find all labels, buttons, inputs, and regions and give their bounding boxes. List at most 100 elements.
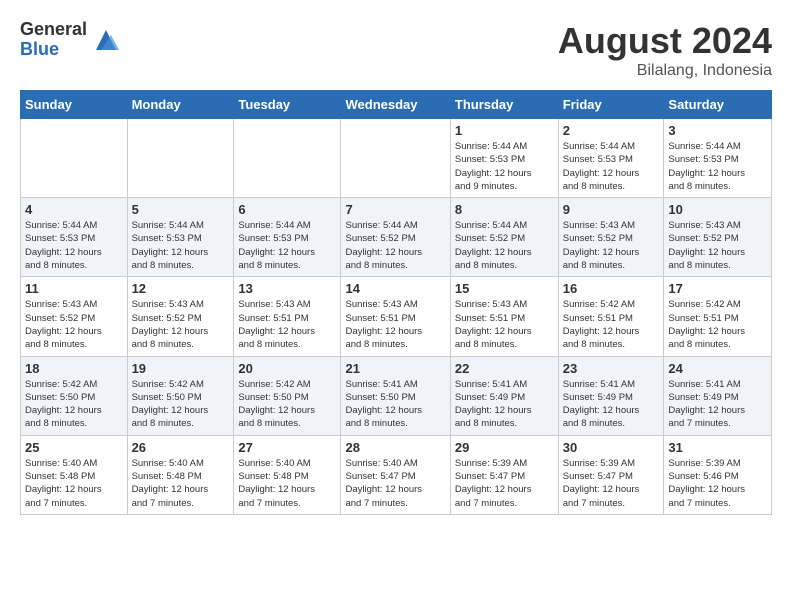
day-number: 2	[563, 123, 660, 138]
day-cell: 25 Sunrise: 5:40 AM Sunset: 5:48 PM Dayli…	[21, 435, 128, 514]
day-cell: 23Sunrise: 5:41 AM Sunset: 5:49 PM Dayli…	[558, 356, 664, 435]
day-info: Sunrise: 5:43 AM Sunset: 5:51 PM Dayligh…	[238, 298, 336, 351]
day-cell: 16Sunrise: 5:42 AM Sunset: 5:51 PM Dayli…	[558, 277, 664, 356]
day-info: Sunrise: 5:41 AM Sunset: 5:49 PM Dayligh…	[668, 378, 767, 431]
day-info: Sunrise: 5:43 AM Sunset: 5:51 PM Dayligh…	[455, 298, 554, 351]
day-cell: 13 Sunrise: 5:43 AM Sunset: 5:51 PM Dayli…	[234, 277, 341, 356]
logo-blue: Blue	[20, 40, 87, 60]
day-number: 7	[345, 202, 445, 217]
day-info: Sunrise: 5:40 AM Sunset: 5:48 PM Dayligh…	[132, 457, 230, 510]
calendar: SundayMondayTuesdayWednesdayThursdayFrid…	[20, 90, 772, 515]
week-row-1: 1 Sunrise: 5:44 AM Sunset: 5:53 PM Daylig…	[21, 119, 772, 198]
day-info: Sunrise: 5:44 AM Sunset: 5:53 PM Dayligh…	[563, 140, 660, 193]
day-number: 26	[132, 440, 230, 455]
day-cell	[127, 119, 234, 198]
weekday-header-tuesday: Tuesday	[234, 91, 341, 119]
day-info: Sunrise: 5:44 AM Sunset: 5:53 PM Dayligh…	[668, 140, 767, 193]
month-title: August 2024	[558, 20, 772, 62]
day-cell: 22 Sunrise: 5:41 AM Sunset: 5:49 PM Dayli…	[450, 356, 558, 435]
page-header: General Blue August 2024 Bilalang, Indon…	[20, 20, 772, 80]
day-cell: 14 Sunrise: 5:43 AM Sunset: 5:51 PM Dayli…	[341, 277, 450, 356]
day-number: 9	[563, 202, 660, 217]
weekday-header-monday: Monday	[127, 91, 234, 119]
day-info: Sunrise: 5:42 AM Sunset: 5:50 PM Dayligh…	[25, 378, 123, 431]
day-number: 12	[132, 281, 230, 296]
day-info: Sunrise: 5:42 AM Sunset: 5:51 PM Dayligh…	[668, 298, 767, 351]
day-cell: 12 Sunrise: 5:43 AM Sunset: 5:52 PM Dayli…	[127, 277, 234, 356]
day-number: 3	[668, 123, 767, 138]
day-number: 14	[345, 281, 445, 296]
day-cell: 2 Sunrise: 5:44 AM Sunset: 5:53 PM Daylig…	[558, 119, 664, 198]
week-row-2: 4 Sunrise: 5:44 AM Sunset: 5:53 PM Daylig…	[21, 198, 772, 277]
location: Bilalang, Indonesia	[558, 62, 772, 80]
day-number: 30	[563, 440, 660, 455]
day-number: 8	[455, 202, 554, 217]
day-info: Sunrise: 5:43 AM Sunset: 5:52 PM Dayligh…	[563, 219, 660, 272]
day-number: 4	[25, 202, 123, 217]
day-number: 28	[345, 440, 445, 455]
logo-general: General	[20, 20, 87, 40]
day-info: Sunrise: 5:44 AM Sunset: 5:52 PM Dayligh…	[455, 219, 554, 272]
day-info: Sunrise: 5:41 AM Sunset: 5:49 PM Dayligh…	[455, 378, 554, 431]
day-cell: 1 Sunrise: 5:44 AM Sunset: 5:53 PM Daylig…	[450, 119, 558, 198]
day-number: 29	[455, 440, 554, 455]
day-info: Sunrise: 5:43 AM Sunset: 5:52 PM Dayligh…	[668, 219, 767, 272]
logo: General Blue	[20, 20, 121, 60]
weekday-header-sunday: Sunday	[21, 91, 128, 119]
day-info: Sunrise: 5:44 AM Sunset: 5:53 PM Dayligh…	[238, 219, 336, 272]
day-number: 6	[238, 202, 336, 217]
day-number: 11	[25, 281, 123, 296]
day-cell: 8 Sunrise: 5:44 AM Sunset: 5:52 PM Daylig…	[450, 198, 558, 277]
day-number: 19	[132, 361, 230, 376]
day-info: Sunrise: 5:41 AM Sunset: 5:49 PM Dayligh…	[563, 378, 660, 431]
day-cell: 26 Sunrise: 5:40 AM Sunset: 5:48 PM Dayli…	[127, 435, 234, 514]
weekday-header-row: SundayMondayTuesdayWednesdayThursdayFrid…	[21, 91, 772, 119]
day-info: Sunrise: 5:40 AM Sunset: 5:48 PM Dayligh…	[25, 457, 123, 510]
day-cell	[341, 119, 450, 198]
day-number: 24	[668, 361, 767, 376]
day-number: 13	[238, 281, 336, 296]
day-cell: 5Sunrise: 5:44 AM Sunset: 5:53 PM Daylig…	[127, 198, 234, 277]
day-cell: 31 Sunrise: 5:39 AM Sunset: 5:46 PM Dayli…	[664, 435, 772, 514]
day-number: 22	[455, 361, 554, 376]
day-cell: 28Sunrise: 5:40 AM Sunset: 5:47 PM Dayli…	[341, 435, 450, 514]
day-cell: 6 Sunrise: 5:44 AM Sunset: 5:53 PM Daylig…	[234, 198, 341, 277]
day-number: 25	[25, 440, 123, 455]
day-cell: 17 Sunrise: 5:42 AM Sunset: 5:51 PM Dayli…	[664, 277, 772, 356]
day-cell: 18 Sunrise: 5:42 AM Sunset: 5:50 PM Dayli…	[21, 356, 128, 435]
day-number: 21	[345, 361, 445, 376]
day-info: Sunrise: 5:44 AM Sunset: 5:53 PM Dayligh…	[455, 140, 554, 193]
week-row-5: 25 Sunrise: 5:40 AM Sunset: 5:48 PM Dayli…	[21, 435, 772, 514]
day-number: 16	[563, 281, 660, 296]
day-cell: 4Sunrise: 5:44 AM Sunset: 5:53 PM Daylig…	[21, 198, 128, 277]
day-number: 10	[668, 202, 767, 217]
day-info: Sunrise: 5:39 AM Sunset: 5:47 PM Dayligh…	[563, 457, 660, 510]
day-number: 18	[25, 361, 123, 376]
day-cell: 29Sunrise: 5:39 AM Sunset: 5:47 PM Dayli…	[450, 435, 558, 514]
weekday-header-thursday: Thursday	[450, 91, 558, 119]
day-number: 15	[455, 281, 554, 296]
day-cell: 21 Sunrise: 5:41 AM Sunset: 5:50 PM Dayli…	[341, 356, 450, 435]
day-info: Sunrise: 5:42 AM Sunset: 5:50 PM Dayligh…	[238, 378, 336, 431]
day-cell: 27 Sunrise: 5:40 AM Sunset: 5:48 PM Dayli…	[234, 435, 341, 514]
weekday-header-friday: Friday	[558, 91, 664, 119]
logo-icon	[91, 25, 121, 55]
day-info: Sunrise: 5:39 AM Sunset: 5:46 PM Dayligh…	[668, 457, 767, 510]
day-number: 5	[132, 202, 230, 217]
day-info: Sunrise: 5:42 AM Sunset: 5:50 PM Dayligh…	[132, 378, 230, 431]
day-info: Sunrise: 5:43 AM Sunset: 5:51 PM Dayligh…	[345, 298, 445, 351]
day-info: Sunrise: 5:43 AM Sunset: 5:52 PM Dayligh…	[132, 298, 230, 351]
day-number: 17	[668, 281, 767, 296]
day-info: Sunrise: 5:41 AM Sunset: 5:50 PM Dayligh…	[345, 378, 445, 431]
day-cell	[21, 119, 128, 198]
day-number: 31	[668, 440, 767, 455]
day-info: Sunrise: 5:40 AM Sunset: 5:48 PM Dayligh…	[238, 457, 336, 510]
weekday-header-wednesday: Wednesday	[341, 91, 450, 119]
day-cell: 30 Sunrise: 5:39 AM Sunset: 5:47 PM Dayli…	[558, 435, 664, 514]
day-number: 20	[238, 361, 336, 376]
day-info: Sunrise: 5:43 AM Sunset: 5:52 PM Dayligh…	[25, 298, 123, 351]
day-number: 1	[455, 123, 554, 138]
day-cell	[234, 119, 341, 198]
day-cell: 15 Sunrise: 5:43 AM Sunset: 5:51 PM Dayli…	[450, 277, 558, 356]
day-number: 27	[238, 440, 336, 455]
